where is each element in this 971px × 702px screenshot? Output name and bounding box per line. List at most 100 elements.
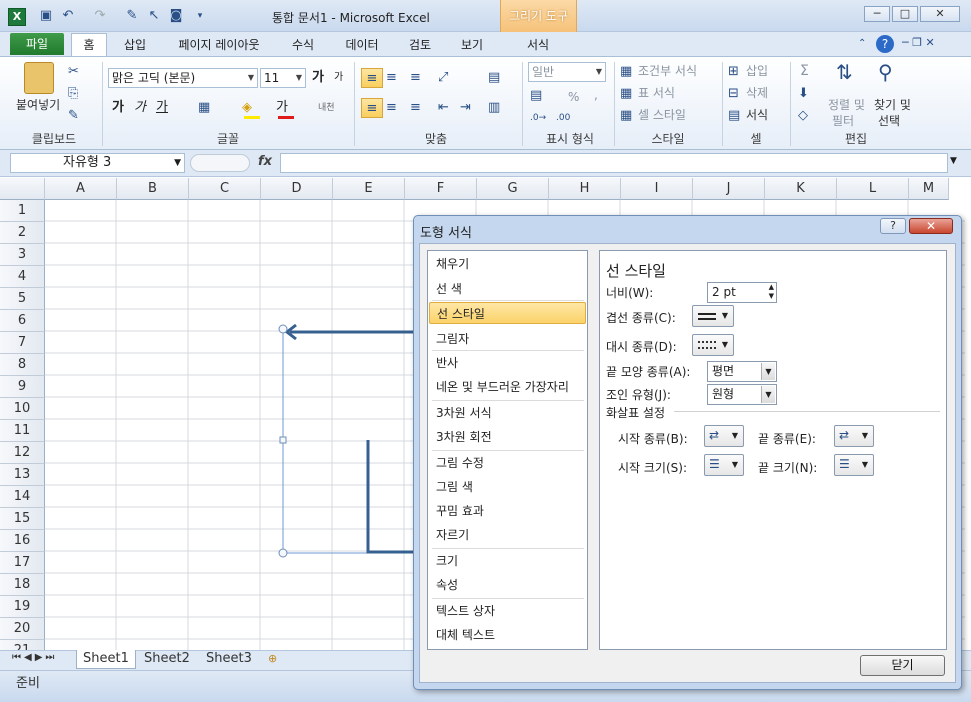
- wrap-text-icon[interactable]: ▤: [488, 68, 500, 88]
- resize-handle[interactable]: [278, 548, 288, 558]
- cursor-icon[interactable]: ↖: [146, 8, 162, 24]
- category-item[interactable]: 속성: [429, 574, 586, 596]
- grow-font-icon[interactable]: 가: [312, 68, 324, 88]
- category-item[interactable]: 그림 색: [429, 476, 586, 498]
- font-size-combo[interactable]: 11 ▼: [260, 68, 306, 88]
- cap-type-select[interactable]: 평면 ▼: [707, 361, 777, 382]
- font-color-icon[interactable]: 가: [276, 98, 288, 118]
- format-cells-button[interactable]: 서식: [746, 106, 768, 124]
- percent-button[interactable]: %: [568, 88, 579, 106]
- category-item[interactable]: 선 스타일: [429, 302, 586, 324]
- tab-review[interactable]: 검토: [400, 36, 440, 56]
- delete-cells-icon[interactable]: ⊟: [728, 84, 739, 104]
- number-format-combo[interactable]: 일반 ▼: [528, 62, 606, 82]
- category-item[interactable]: 크기: [429, 550, 586, 572]
- help-icon[interactable]: ?: [876, 35, 894, 53]
- conditional-format-button[interactable]: 조건부 서식: [638, 62, 697, 80]
- name-box[interactable]: 자유형 3 ▼: [10, 153, 185, 173]
- width-spinner[interactable]: 2 pt ▲ ▼: [707, 282, 777, 303]
- sheet-tab-3[interactable]: Sheet3: [200, 650, 258, 669]
- begin-type-dropdown[interactable]: ⇄ ▼: [704, 425, 744, 447]
- cell-style-icon[interactable]: ▦: [620, 106, 632, 126]
- autosum-button[interactable]: Σ: [800, 62, 809, 80]
- underline-button[interactable]: 가: [156, 98, 168, 118]
- category-item[interactable]: 그림 수정: [429, 452, 586, 474]
- doc-minimize-icon[interactable]: ─ ❐ ✕: [902, 36, 935, 49]
- tab-formulas[interactable]: 수식: [283, 36, 323, 56]
- insert-cells-icon[interactable]: ⊞: [728, 62, 739, 82]
- close-window-button[interactable]: ✕: [920, 6, 960, 22]
- align-right-icon[interactable]: ≡: [410, 98, 421, 118]
- italic-button[interactable]: 가: [134, 98, 146, 118]
- dash-type-dropdown[interactable]: ▼: [692, 334, 734, 356]
- format-painter-icon[interactable]: ✎: [68, 106, 79, 126]
- formula-bar-expand-icon[interactable]: ▼: [950, 156, 957, 166]
- pen-icon[interactable]: ✎: [124, 8, 140, 24]
- new-sheet-icon[interactable]: ⊕: [268, 652, 277, 665]
- redo-icon[interactable]: ↷: [92, 8, 108, 24]
- decrease-decimal-icon[interactable]: .00: [556, 108, 570, 128]
- ribbon-collapse-icon[interactable]: ⌃: [858, 38, 866, 49]
- align-left-icon[interactable]: ≡: [361, 98, 383, 118]
- format-cells-icon[interactable]: ▤: [728, 106, 740, 126]
- paste-icon[interactable]: [24, 62, 54, 94]
- category-item[interactable]: 선 색: [429, 278, 586, 300]
- dialog-close-x-button[interactable]: ✕: [909, 218, 953, 234]
- compound-type-dropdown[interactable]: ▼: [692, 305, 734, 327]
- table-format-button[interactable]: 표 서식: [638, 84, 675, 102]
- tab-page-layout[interactable]: 페이지 레이아웃: [167, 36, 271, 56]
- category-item[interactable]: 자르기: [429, 524, 586, 546]
- excel-icon[interactable]: X: [8, 8, 26, 26]
- end-size-dropdown[interactable]: ☰ ▼: [834, 454, 874, 476]
- font-name-combo[interactable]: 맑은 고딕 (본문) ▼: [108, 68, 258, 88]
- category-item[interactable]: 그림자: [429, 328, 586, 350]
- formula-input[interactable]: [280, 153, 948, 173]
- conditional-format-icon[interactable]: ▦: [620, 62, 632, 82]
- dialog-close-button[interactable]: 닫기: [860, 655, 945, 676]
- tab-view[interactable]: 보기: [452, 36, 492, 56]
- undo-icon[interactable]: ↶: [60, 8, 76, 24]
- tab-format[interactable]: 서식: [518, 36, 558, 56]
- freeform-line[interactable]: [366, 440, 413, 554]
- category-item[interactable]: 채우기: [429, 253, 586, 275]
- minimize-button[interactable]: ─: [864, 6, 890, 22]
- sort-filter-icon[interactable]: ⇅: [836, 62, 853, 82]
- increase-indent-icon[interactable]: ⇥: [460, 98, 471, 118]
- delete-cells-button[interactable]: 삭제: [746, 84, 768, 102]
- dialog-help-button[interactable]: ?: [880, 218, 906, 234]
- tab-file[interactable]: 파일: [10, 33, 64, 55]
- cut-icon[interactable]: ✂: [68, 62, 79, 82]
- tab-home[interactable]: 홈: [71, 33, 107, 57]
- phonetic-button[interactable]: 내천: [318, 100, 335, 113]
- tab-data[interactable]: 데이터: [336, 36, 388, 56]
- fill-color-icon[interactable]: ◈: [242, 98, 252, 118]
- cell-style-button[interactable]: 셀 스타일: [638, 106, 686, 124]
- orientation-icon[interactable]: ⤢: [438, 68, 448, 88]
- border-icon[interactable]: ▦: [198, 98, 210, 118]
- merge-cells-icon[interactable]: ▥: [488, 98, 500, 118]
- end-type-dropdown[interactable]: ⇄ ▼: [834, 425, 874, 447]
- shrink-font-icon[interactable]: 가: [334, 68, 343, 88]
- align-middle-icon[interactable]: ≡: [386, 68, 397, 88]
- qat-dropdown-icon[interactable]: ▾: [192, 8, 208, 24]
- category-item[interactable]: 3차원 서식: [429, 402, 586, 424]
- formula-expand-handle[interactable]: [190, 154, 250, 172]
- begin-size-dropdown[interactable]: ☰ ▼: [704, 454, 744, 476]
- clear-icon[interactable]: ◇: [798, 106, 808, 126]
- align-bottom-icon[interactable]: ≡: [410, 68, 421, 88]
- category-item[interactable]: 3차원 회전: [429, 426, 586, 448]
- sheet-tab-2[interactable]: Sheet2: [138, 650, 196, 669]
- bold-button[interactable]: 가: [112, 98, 124, 118]
- resize-handle[interactable]: [279, 436, 287, 444]
- sheet-tab-1[interactable]: Sheet1: [76, 650, 136, 669]
- increase-decimal-icon[interactable]: .0→: [530, 108, 546, 128]
- comma-button[interactable]: ,: [594, 86, 598, 104]
- decrease-indent-icon[interactable]: ⇤: [438, 98, 449, 118]
- currency-icon[interactable]: ▤: [530, 86, 542, 106]
- paste-button[interactable]: 붙여넣기: [16, 96, 60, 114]
- join-type-select[interactable]: 원형 ▼: [707, 384, 777, 405]
- tab-insert[interactable]: 삽입: [115, 36, 155, 56]
- spinner-arrows-icon[interactable]: ▲ ▼: [769, 283, 774, 301]
- sheet-nav-arrows-icon[interactable]: ⏮◀▶⏭: [12, 652, 57, 663]
- find-select-icon[interactable]: ⚲: [878, 62, 893, 82]
